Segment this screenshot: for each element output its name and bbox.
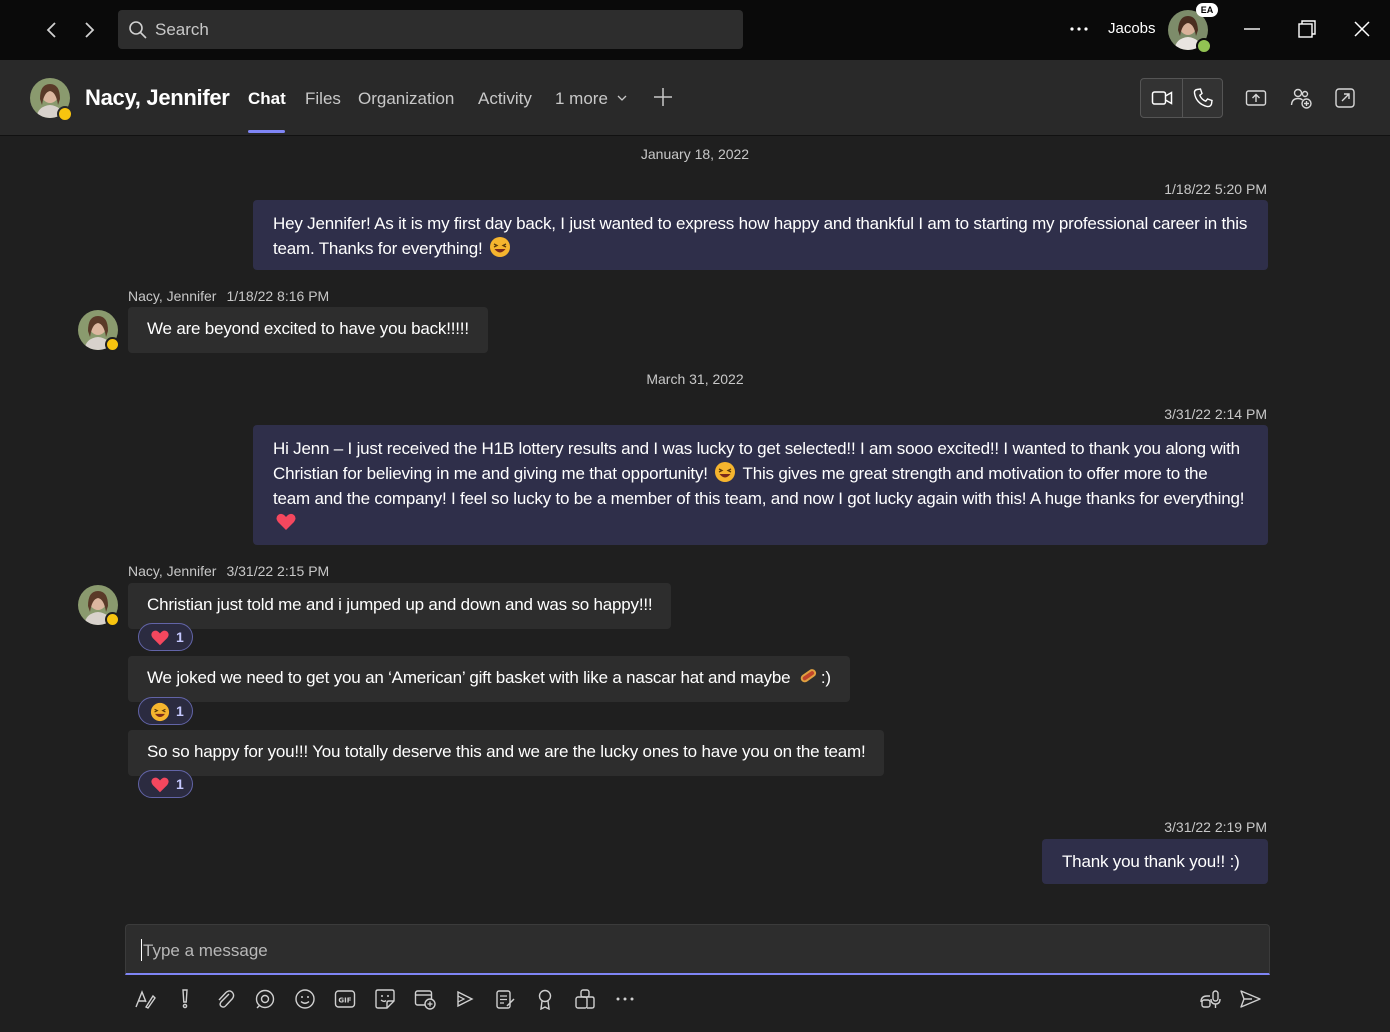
emoji-icon[interactable] — [294, 988, 316, 1010]
send-icon[interactable] — [1239, 988, 1261, 1010]
forward-arrow-icon[interactable] — [77, 18, 101, 42]
reaction-count: 1 — [176, 776, 184, 792]
laughing-emoji-icon — [490, 237, 511, 257]
away-status-icon — [105, 337, 120, 352]
svg-text:GIF: GIF — [338, 997, 351, 1005]
contact-name: Nacy, Jennifer — [85, 85, 230, 110]
reaction-count: 1 — [176, 629, 184, 645]
stream-icon[interactable] — [454, 988, 476, 1010]
laughing-emoji-icon — [150, 702, 170, 722]
audio-call-icon[interactable] — [1192, 87, 1214, 109]
sender-name: Nacy, Jennifer — [128, 288, 217, 304]
pop-out-icon[interactable] — [1334, 87, 1356, 109]
tab-files[interactable]: Files — [305, 89, 341, 109]
search-input[interactable]: Search — [118, 10, 743, 49]
sent-message[interactable]: Hi Jenn – I just received the H1B lotter… — [253, 425, 1268, 545]
away-status-icon — [105, 612, 120, 627]
message-timestamp: 3/31/22 2:19 PM — [1164, 819, 1267, 835]
received-message[interactable]: Christian just told me and i jumped up a… — [128, 583, 672, 629]
video-call-icon[interactable] — [1151, 87, 1173, 109]
call-buttons — [1140, 78, 1223, 118]
tab-activity[interactable]: Activity — [478, 89, 532, 109]
close-icon[interactable] — [1351, 18, 1373, 40]
chevron-down-icon — [617, 95, 627, 101]
reaction-pill[interactable]: 1 — [138, 623, 193, 651]
message-timestamp: 3/31/22 2:14 PM — [1164, 406, 1267, 422]
message-text: :) — [820, 668, 831, 687]
tab-organization[interactable]: Organization — [358, 89, 454, 109]
sent-message[interactable]: Thank you thank you!! :) — [1042, 839, 1268, 884]
away-status-icon — [57, 106, 73, 122]
available-status-icon — [1196, 38, 1212, 54]
minimize-icon[interactable] — [1241, 18, 1263, 40]
active-tab-indicator — [248, 130, 285, 133]
user-initials-badge: EA — [1196, 3, 1218, 17]
reaction-pill[interactable]: 1 — [138, 697, 193, 725]
apps-icon[interactable] — [574, 988, 596, 1010]
received-message[interactable]: We are beyond excited to have you back!!… — [128, 307, 488, 353]
message-timestamp: 1/18/22 8:16 PM — [226, 288, 330, 304]
message-compose-box[interactable]: Type a message — [125, 924, 1270, 975]
loop-icon[interactable] — [254, 988, 276, 1010]
heart-icon — [151, 630, 169, 646]
more-options-icon[interactable] — [1067, 19, 1091, 39]
message-text: Thank you thank you!! :) — [1062, 852, 1240, 871]
restore-icon[interactable] — [1296, 18, 1318, 40]
message-text: We are beyond excited to have you back!!… — [147, 319, 469, 338]
tab-more[interactable]: 1 more — [555, 89, 627, 109]
reaction-pill[interactable]: 1 — [138, 770, 193, 798]
received-message[interactable]: So so happy for you!!! You totally deser… — [128, 730, 885, 776]
date-separator: March 31, 2022 — [646, 371, 744, 387]
sticker-icon[interactable] — [374, 988, 396, 1010]
message-text: So so happy for you!!! You totally deser… — [147, 742, 866, 761]
search-placeholder: Search — [155, 20, 209, 39]
message-sender-line: Nacy, Jennifer 1/18/22 8:16 PM — [128, 288, 329, 304]
add-people-icon[interactable] — [1290, 87, 1312, 109]
schedule-meeting-icon[interactable] — [414, 988, 436, 1010]
title-bar: Search Jacobs EA — [0, 0, 1390, 60]
laughing-emoji-icon — [715, 462, 736, 482]
current-user-name[interactable]: Jacobs — [1108, 20, 1156, 37]
chat-header: Nacy, Jennifer Chat Files Organization A… — [0, 60, 1390, 136]
gif-icon[interactable]: GIF — [334, 988, 356, 1010]
back-arrow-icon[interactable] — [40, 18, 64, 42]
received-message[interactable]: We joked we need to get you an ‘American… — [128, 656, 850, 702]
format-icon[interactable] — [134, 988, 156, 1010]
important-icon[interactable] — [174, 988, 196, 1010]
message-sender-line: Nacy, Jennifer 3/31/22 2:15 PM — [128, 563, 329, 579]
hotdog-emoji-icon — [800, 669, 816, 683]
attach-icon[interactable] — [214, 988, 236, 1010]
date-separator: January 18, 2022 — [640, 146, 750, 162]
message-text: We joked we need to get you an ‘American… — [147, 668, 791, 687]
reaction-count: 1 — [176, 703, 184, 719]
more-tools-icon[interactable] — [614, 988, 636, 1010]
call-divider — [1182, 79, 1183, 117]
sender-name: Nacy, Jennifer — [128, 563, 217, 579]
add-tab-icon[interactable] — [652, 86, 674, 108]
text-caret — [141, 939, 142, 961]
dictate-icon[interactable] — [1199, 988, 1221, 1010]
tab-chat[interactable]: Chat — [248, 89, 286, 109]
message-timestamp: 3/31/22 2:15 PM — [226, 563, 330, 579]
share-screen-icon[interactable] — [1245, 87, 1267, 109]
message-text: Hey Jennifer! As it is my first day back… — [273, 214, 1248, 258]
heart-icon — [276, 513, 296, 530]
message-timestamp: 1/18/22 5:20 PM — [1164, 181, 1267, 197]
sent-message[interactable]: Hey Jennifer! As it is my first day back… — [253, 200, 1268, 270]
tab-more-label: 1 more — [555, 89, 608, 108]
heart-icon — [151, 777, 169, 793]
compose-placeholder: Type a message — [143, 941, 268, 960]
message-text: Christian just told me and i jumped up a… — [147, 595, 653, 614]
approvals-icon[interactable] — [494, 988, 516, 1010]
praise-icon[interactable] — [534, 988, 556, 1010]
search-icon — [128, 20, 148, 40]
